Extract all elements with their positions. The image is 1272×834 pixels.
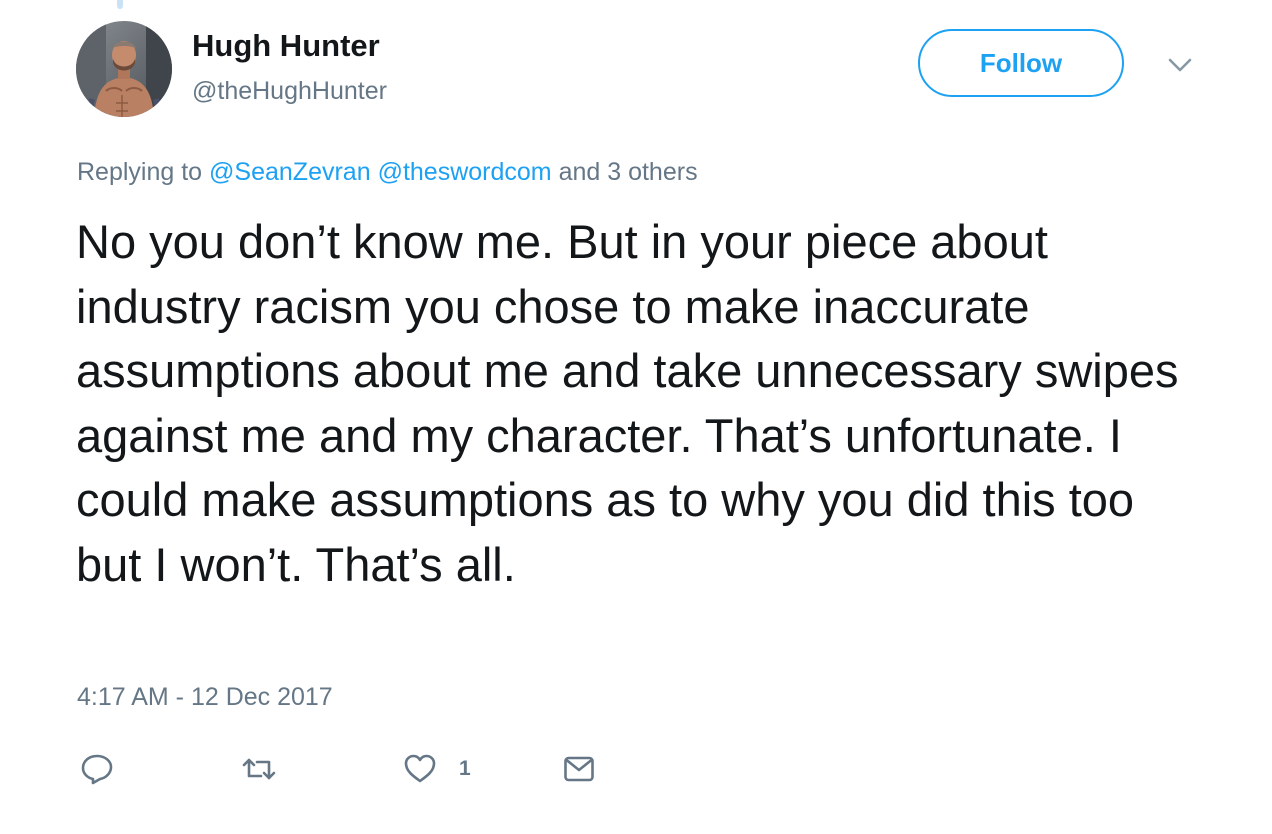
avatar-image xyxy=(76,21,172,117)
direct-message-button[interactable] xyxy=(563,752,595,786)
avatar[interactable] xyxy=(76,21,172,117)
thread-connector xyxy=(117,0,123,9)
like-button[interactable]: 1 xyxy=(403,752,471,786)
others-label[interactable]: and 3 others xyxy=(559,158,698,186)
replying-to-line: Replying to @SeanZevran @theswordcom and… xyxy=(77,158,698,187)
chevron-down-icon[interactable] xyxy=(1166,54,1194,76)
replying-to-label: Replying to xyxy=(77,158,203,186)
author-name[interactable]: Hugh Hunter xyxy=(192,28,380,64)
mention-link[interactable]: @theswordcom xyxy=(378,158,552,186)
heart-icon xyxy=(404,754,436,783)
tweet-card: Hugh Hunter @theHughHunter Follow Replyi… xyxy=(0,0,1272,834)
like-count: 1 xyxy=(459,757,471,780)
mention-link[interactable]: @SeanZevran xyxy=(209,158,371,186)
tweet-timestamp[interactable]: 4:17 AM - 12 Dec 2017 xyxy=(77,683,333,712)
retweet-button[interactable] xyxy=(241,752,277,786)
envelope-icon xyxy=(564,756,594,782)
retweet-icon xyxy=(242,758,276,780)
reply-icon xyxy=(81,754,113,785)
follow-button[interactable]: Follow xyxy=(918,29,1124,97)
author-handle[interactable]: @theHughHunter xyxy=(192,77,387,106)
tweet-text: No you don’t know me. But in your piece … xyxy=(76,215,1179,591)
reply-button[interactable] xyxy=(80,752,114,786)
